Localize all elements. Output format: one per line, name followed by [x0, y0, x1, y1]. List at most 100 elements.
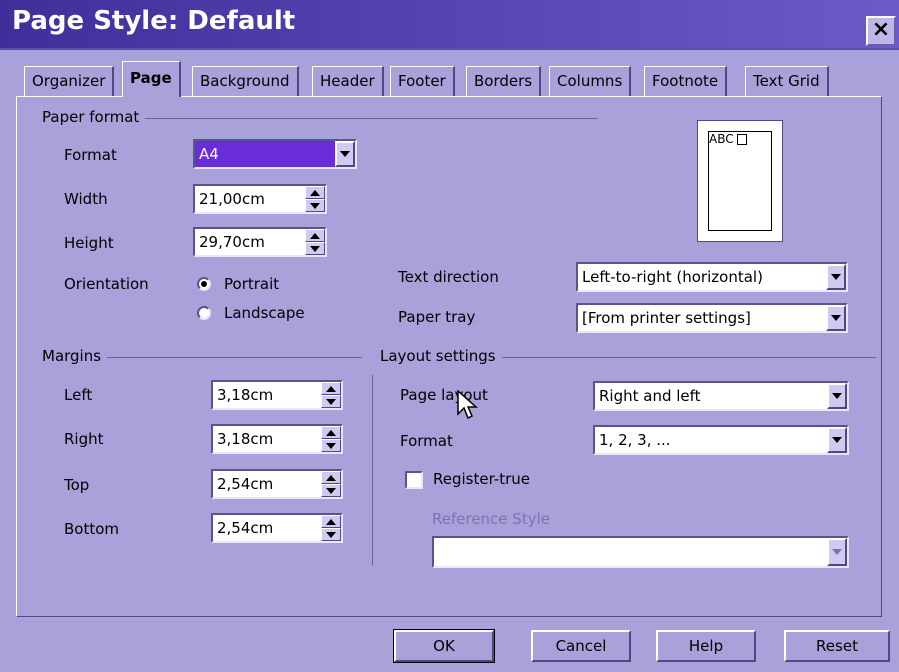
tab-text-grid[interactable]: Text Grid: [745, 66, 829, 96]
margin-bottom-field[interactable]: 2,54cm: [211, 513, 343, 543]
tab-background[interactable]: Background: [192, 66, 299, 96]
page-layout-select[interactable]: Right and left: [593, 381, 849, 411]
arrow-up-icon: [310, 189, 320, 196]
orientation-label: Orientation: [64, 275, 149, 293]
arrow-up-icon: [326, 385, 336, 392]
tab-columns[interactable]: Columns: [549, 66, 632, 96]
format-value: A4: [199, 145, 219, 163]
layout-format-value: 1, 2, 3, ...: [599, 431, 671, 449]
margin-right-value: 3,18cm: [217, 430, 274, 448]
margin-top-value: 2,54cm: [217, 475, 274, 493]
spin-up-button[interactable]: [321, 426, 341, 439]
tab-footer[interactable]: Footer: [390, 66, 455, 96]
tab-page[interactable]: Page: [122, 61, 181, 97]
preview-text: ABC: [709, 132, 734, 146]
page-layout-value: Right and left: [599, 387, 701, 405]
text-direction-label: Text direction: [398, 268, 499, 286]
spin-up-button[interactable]: [321, 471, 341, 484]
reset-button[interactable]: Reset: [784, 630, 890, 662]
format-dropdown-button[interactable]: [335, 141, 355, 167]
register-true-checkbox[interactable]: [405, 471, 423, 489]
cancel-button[interactable]: Cancel: [531, 630, 631, 662]
reference-style-select: [432, 536, 849, 568]
reset-button-label: Reset: [816, 637, 858, 655]
tab-header[interactable]: Header: [312, 66, 384, 96]
margin-bottom-label: Bottom: [64, 520, 120, 538]
ok-button[interactable]: OK: [393, 629, 495, 663]
reference-style-label: Reference Style: [432, 510, 550, 528]
layout-format-select[interactable]: 1, 2, 3, ...: [593, 425, 849, 455]
margin-right-field[interactable]: 3,18cm: [211, 424, 343, 454]
help-button[interactable]: Help: [656, 630, 756, 662]
margin-left-spinner[interactable]: [321, 382, 341, 408]
landscape-radio[interactable]: [197, 306, 211, 320]
cancel-button-label: Cancel: [555, 637, 607, 655]
window-title: Page Style: Default: [12, 6, 296, 36]
spin-up-button[interactable]: [321, 382, 341, 395]
reference-style-dropdown-button: [827, 538, 847, 566]
margins-group-label: Margins: [42, 347, 108, 365]
arrow-down-icon: [326, 398, 336, 405]
margin-bottom-spinner[interactable]: [321, 515, 341, 541]
text-direction-select[interactable]: Left-to-right (horizontal): [576, 262, 848, 292]
spin-down-button[interactable]: [305, 199, 325, 212]
spin-down-button[interactable]: [321, 528, 341, 541]
height-spinner[interactable]: [305, 229, 325, 255]
arrow-down-icon: [310, 245, 320, 252]
landscape-label[interactable]: Landscape: [224, 304, 305, 322]
mouse-cursor-icon: [457, 390, 478, 420]
paper-tray-select[interactable]: [From printer settings]: [576, 303, 848, 333]
tab-label: Background: [200, 72, 290, 90]
tab-footnote[interactable]: Footnote: [644, 66, 728, 96]
margin-left-field[interactable]: 3,18cm: [211, 380, 343, 410]
tab-borders[interactable]: Borders: [466, 66, 542, 96]
margin-right-label: Right: [64, 430, 104, 448]
spin-down-button[interactable]: [305, 242, 325, 255]
spin-down-button[interactable]: [321, 439, 341, 452]
tab-label: Footnote: [652, 72, 719, 90]
spin-up-button[interactable]: [305, 229, 325, 242]
arrow-up-icon: [326, 474, 336, 481]
spin-up-button[interactable]: [305, 186, 325, 199]
arrow-up-icon: [326, 518, 336, 525]
text-direction-value: Left-to-right (horizontal): [582, 268, 763, 286]
page-preview-area: ABC: [708, 131, 772, 231]
tab-organizer[interactable]: Organizer: [24, 66, 115, 96]
page-layout-dropdown-button[interactable]: [827, 383, 847, 409]
tab-label: Borders: [474, 72, 533, 90]
arrow-up-icon: [310, 232, 320, 239]
margin-right-spinner[interactable]: [321, 426, 341, 452]
margin-top-field[interactable]: 2,54cm: [211, 469, 343, 499]
width-spinner[interactable]: [305, 186, 325, 212]
ok-button-label: OK: [433, 637, 455, 655]
height-field[interactable]: 29,70cm: [193, 227, 327, 257]
paper-tray-dropdown-button[interactable]: [826, 305, 846, 331]
chevron-down-icon: [831, 315, 841, 321]
spin-down-button[interactable]: [321, 395, 341, 408]
chevron-down-icon: [832, 549, 842, 555]
preview-box-icon: [737, 134, 748, 145]
margin-top-spinner[interactable]: [321, 471, 341, 497]
arrow-down-icon: [326, 531, 336, 538]
register-true-label[interactable]: Register-true: [433, 470, 530, 488]
layout-format-dropdown-button[interactable]: [827, 427, 847, 453]
margin-left-value: 3,18cm: [217, 386, 274, 404]
portrait-radio[interactable]: [197, 277, 211, 291]
spin-up-button[interactable]: [321, 515, 341, 528]
margin-bottom-value: 2,54cm: [217, 519, 274, 537]
tab-label: Organizer: [32, 72, 106, 90]
arrow-down-icon: [326, 487, 336, 494]
paper-tray-value: [From printer settings]: [582, 309, 751, 327]
layout-format-label: Format: [400, 432, 453, 450]
tab-label: Columns: [557, 72, 623, 90]
spin-down-button[interactable]: [321, 484, 341, 497]
width-field[interactable]: 21,00cm: [193, 184, 327, 214]
width-label: Width: [64, 190, 108, 208]
text-direction-dropdown-button[interactable]: [826, 264, 846, 290]
close-button[interactable]: ×: [866, 16, 896, 46]
close-icon: ×: [871, 17, 891, 42]
format-label: Format: [64, 146, 117, 164]
portrait-label[interactable]: Portrait: [224, 275, 279, 293]
format-select[interactable]: A4: [193, 139, 357, 169]
paper-tray-label: Paper tray: [398, 308, 476, 326]
